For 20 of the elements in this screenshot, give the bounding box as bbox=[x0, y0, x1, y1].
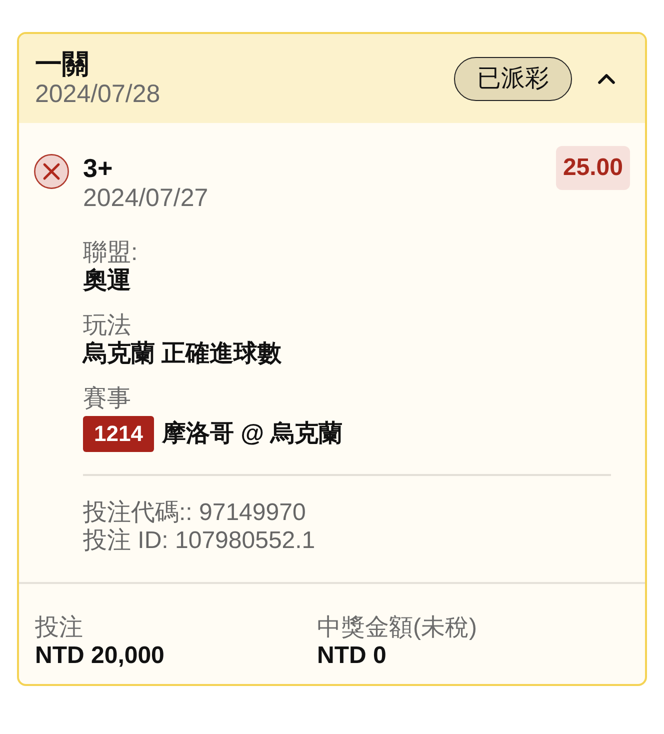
summary-label: 投注 bbox=[35, 614, 83, 642]
selection-name: 3+ bbox=[83, 153, 113, 183]
status-badge: 已派彩 bbox=[454, 57, 572, 101]
match-date: 2024/07/27 bbox=[83, 183, 208, 213]
field-value: 奧運 bbox=[83, 267, 131, 295]
bet-date: 2024/07/28 bbox=[35, 79, 160, 109]
summary-amount: NTD 20,000 bbox=[35, 642, 164, 669]
odds-badge: 25.00 bbox=[556, 146, 630, 190]
match-code-badge: 1214 bbox=[83, 416, 154, 452]
cross-circle-icon bbox=[34, 154, 69, 189]
field-label: 聯盟: bbox=[83, 239, 138, 267]
bet-reference: 投注代碼:: 97149970 bbox=[83, 499, 306, 527]
bet-reference: 投注 ID: 107980552.1 bbox=[83, 527, 316, 555]
match-teams: 摩洛哥 @ 烏克蘭 bbox=[162, 420, 343, 448]
bet-type-title: 一關 bbox=[35, 49, 89, 79]
summary-label: 中獎金額(未稅) bbox=[317, 614, 477, 642]
field-label: 玩法 bbox=[83, 312, 131, 340]
field-value: 烏克蘭 正確進球數 bbox=[83, 340, 282, 368]
field-label: 賽事 bbox=[83, 385, 131, 413]
summary-amount: NTD 0 bbox=[317, 642, 386, 669]
